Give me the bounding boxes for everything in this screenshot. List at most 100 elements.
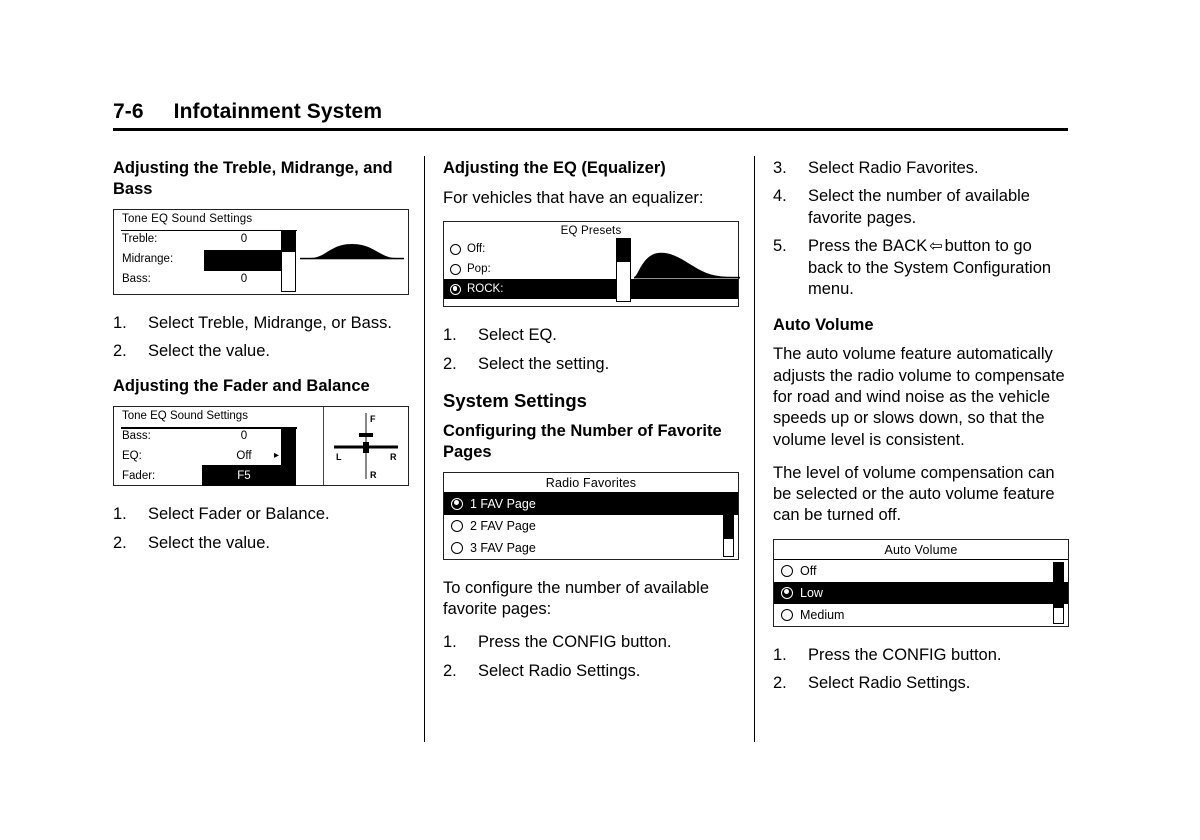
auto-volume-option-medium[interactable]: Medium: [774, 604, 1068, 626]
step-number: 1.: [113, 313, 127, 332]
step-text: Select Radio Settings.: [808, 674, 971, 693]
fav-page-option-3-label: 3 FAV Page: [470, 540, 536, 555]
step-number: 1.: [443, 633, 457, 652]
svg-text:L: L: [336, 452, 342, 462]
tone-scrollbar-track[interactable]: [281, 250, 296, 292]
fav-page-option-1[interactable]: 1 FAV Page: [444, 492, 738, 515]
tone-scrollbar-thumb[interactable]: [281, 229, 296, 252]
step-item: 4. Select the number of available favori…: [773, 186, 1067, 229]
radio-button-selected-icon: [450, 283, 461, 295]
fav-page-option-1-label: 1 FAV Page: [470, 496, 536, 511]
fader-row-bass[interactable]: Bass: 0: [114, 426, 324, 446]
steps-fader-balance: 1. Select Fader or Balance. 2. Select th…: [113, 504, 407, 554]
heading-configuring-favorite-pages: Configuring the Number of Favorite Pages: [443, 422, 722, 461]
radio-button-icon: [450, 263, 461, 275]
step-number: 2.: [443, 354, 457, 373]
back-arrow-icon: ⇦: [929, 238, 943, 256]
step-number: 1.: [443, 326, 457, 345]
step-number: 2.: [443, 661, 457, 680]
step-item: 1. Select Fader or Balance.: [113, 504, 407, 525]
heading-system-settings: System Settings: [443, 389, 587, 411]
auto-volume-screen: Auto Volume Off Low Medium: [773, 538, 1069, 627]
tone-row-midrange-label: Midrange:: [122, 252, 174, 265]
step-number: 3.: [773, 159, 787, 177]
auto-volume-option-off[interactable]: Off: [774, 560, 1068, 582]
radio-button-icon: [451, 519, 463, 532]
fav-page-option-2[interactable]: 2 FAV Page: [444, 515, 738, 537]
eq-response-curve-icon: [634, 252, 740, 279]
steps-treble-midrange-bass: 1. Select Treble, Midrange, or Bass. 2. …: [113, 313, 407, 363]
step-item: 1. Press the CONFIG button.: [773, 645, 1067, 666]
svg-text:F: F: [370, 414, 376, 424]
radio-button-selected-icon: [451, 497, 463, 510]
step-text: Select Radio Settings.: [478, 661, 641, 680]
scrollbar-thumb[interactable]: [1054, 562, 1063, 609]
fader-crosshair-icon: F L R R: [334, 413, 398, 480]
fader-row-bass-value: 0: [240, 430, 248, 443]
fader-balance-crosshair: F L R R: [324, 407, 408, 485]
step-number: 2.: [773, 674, 787, 693]
step-text: Select the value.: [148, 533, 270, 552]
step-number: 5.: [773, 237, 787, 256]
heading-adjusting-treble-midrange-bass: Adjusting the Treble, Midrange, and Bass: [113, 159, 393, 198]
eq-panel-title: EQ Presets: [560, 225, 622, 238]
eq-intro-text: For vehicles that have an equalizer:: [443, 188, 704, 207]
step-number: 2.: [113, 342, 127, 360]
step-item: 1. Select Treble, Midrange, or Bass.: [113, 313, 407, 334]
scrollbar-thumb[interactable]: [724, 495, 733, 539]
tone-row-bass-label: Bass:: [122, 272, 151, 285]
step-item: 2. Select the value.: [113, 341, 407, 362]
fader-list-area: Tone EQ Sound Settings Bass: 0 EQ: Off F…: [114, 407, 324, 487]
step-number: 1.: [113, 505, 127, 524]
tone-row-treble-label: Treble:: [122, 232, 158, 245]
column-right: 3. Select Radio Favorites. 4. Select the…: [773, 158, 1069, 743]
heading-adjusting-fader-and-balance: Adjusting the Fader and Balance: [113, 377, 370, 396]
column-middle: Adjusting the EQ (Equalizer) For vehicle…: [443, 158, 740, 743]
step-text: Select Radio Favorites.: [808, 159, 979, 177]
auto-volume-option-low[interactable]: Low: [774, 581, 1068, 604]
fader-panel-rows: Bass: 0 EQ: Off Fader: F5: [114, 426, 324, 486]
radio-button-icon: [450, 243, 461, 255]
radio-favorites-rows: 1 FAV Page 2 FAV Page 3 FAV Page: [444, 492, 738, 559]
header-rule: [113, 128, 1068, 131]
step-item: 1. Press the CONFIG button.: [443, 632, 737, 653]
radio-favorites-scrollbar[interactable]: [723, 494, 734, 557]
svg-text:R: R: [370, 470, 377, 480]
step-number: 1.: [773, 645, 787, 664]
fader-row-eq[interactable]: EQ: Off: [114, 446, 324, 466]
step-text: Select Treble, Midrange, or Bass.: [148, 313, 392, 332]
configure-favorites-intro: To configure the number of available fav…: [443, 578, 709, 618]
steps-eq: 1. Select EQ. 2. Select the setting.: [443, 325, 737, 375]
steps-favorites-continued: 3. Select Radio Favorites. 4. Select the…: [773, 158, 1067, 301]
step-text: Press the CONFIG button.: [478, 633, 672, 652]
step-item: 2. Select the setting.: [443, 354, 737, 375]
auto-volume-paragraph-2: The level of volume compensation can be …: [773, 463, 1055, 525]
step-number: 4.: [773, 187, 787, 206]
step-text-before: Press the BACK: [808, 237, 928, 256]
eq-scrollbar-thumb[interactable]: [616, 238, 631, 263]
heading-adjusting-eq: Adjusting the EQ (Equalizer): [443, 159, 666, 177]
fav-page-option-3[interactable]: 3 FAV Page: [444, 537, 738, 559]
header-row: 7-6 Infotainment System: [113, 100, 1068, 124]
eq-scrollbar-track[interactable]: [616, 261, 631, 303]
fav-page-option-2-label: 2 FAV Page: [470, 518, 536, 533]
fader-row-fader[interactable]: Fader: F5: [114, 466, 324, 486]
heading-auto-volume: Auto Volume: [773, 315, 874, 334]
eq-response-curve-icon: [300, 243, 404, 259]
auto-volume-scrollbar[interactable]: [1053, 561, 1064, 624]
column-divider-right: [737, 156, 773, 743]
step-text: Select the setting.: [478, 354, 610, 373]
fader-row-fader-value: F5: [237, 470, 251, 483]
step-number: 2.: [113, 533, 127, 552]
tone-eq-sound-settings-screen: Tone EQ Sound Settings Treble: 0 Midrang…: [113, 208, 409, 295]
eq-presets-screen: EQ Presets Off: Pop: ROCK:: [443, 221, 740, 308]
tone-row-bass-value: 0: [240, 272, 248, 285]
fader-row-eq-label: EQ:: [122, 450, 142, 463]
column-left: Adjusting the Treble, Midrange, and Bass…: [113, 158, 409, 743]
auto-volume-option-low-label: Low: [800, 585, 823, 600]
auto-volume-paragraph-1: The auto volume feature automatically ad…: [773, 345, 1065, 449]
radio-button-icon: [781, 564, 793, 577]
eq-preset-rock-label: ROCK:: [467, 283, 504, 296]
fader-panel-title: Tone EQ Sound Settings: [122, 410, 248, 423]
tone-row-treble-value: 0: [240, 232, 248, 245]
